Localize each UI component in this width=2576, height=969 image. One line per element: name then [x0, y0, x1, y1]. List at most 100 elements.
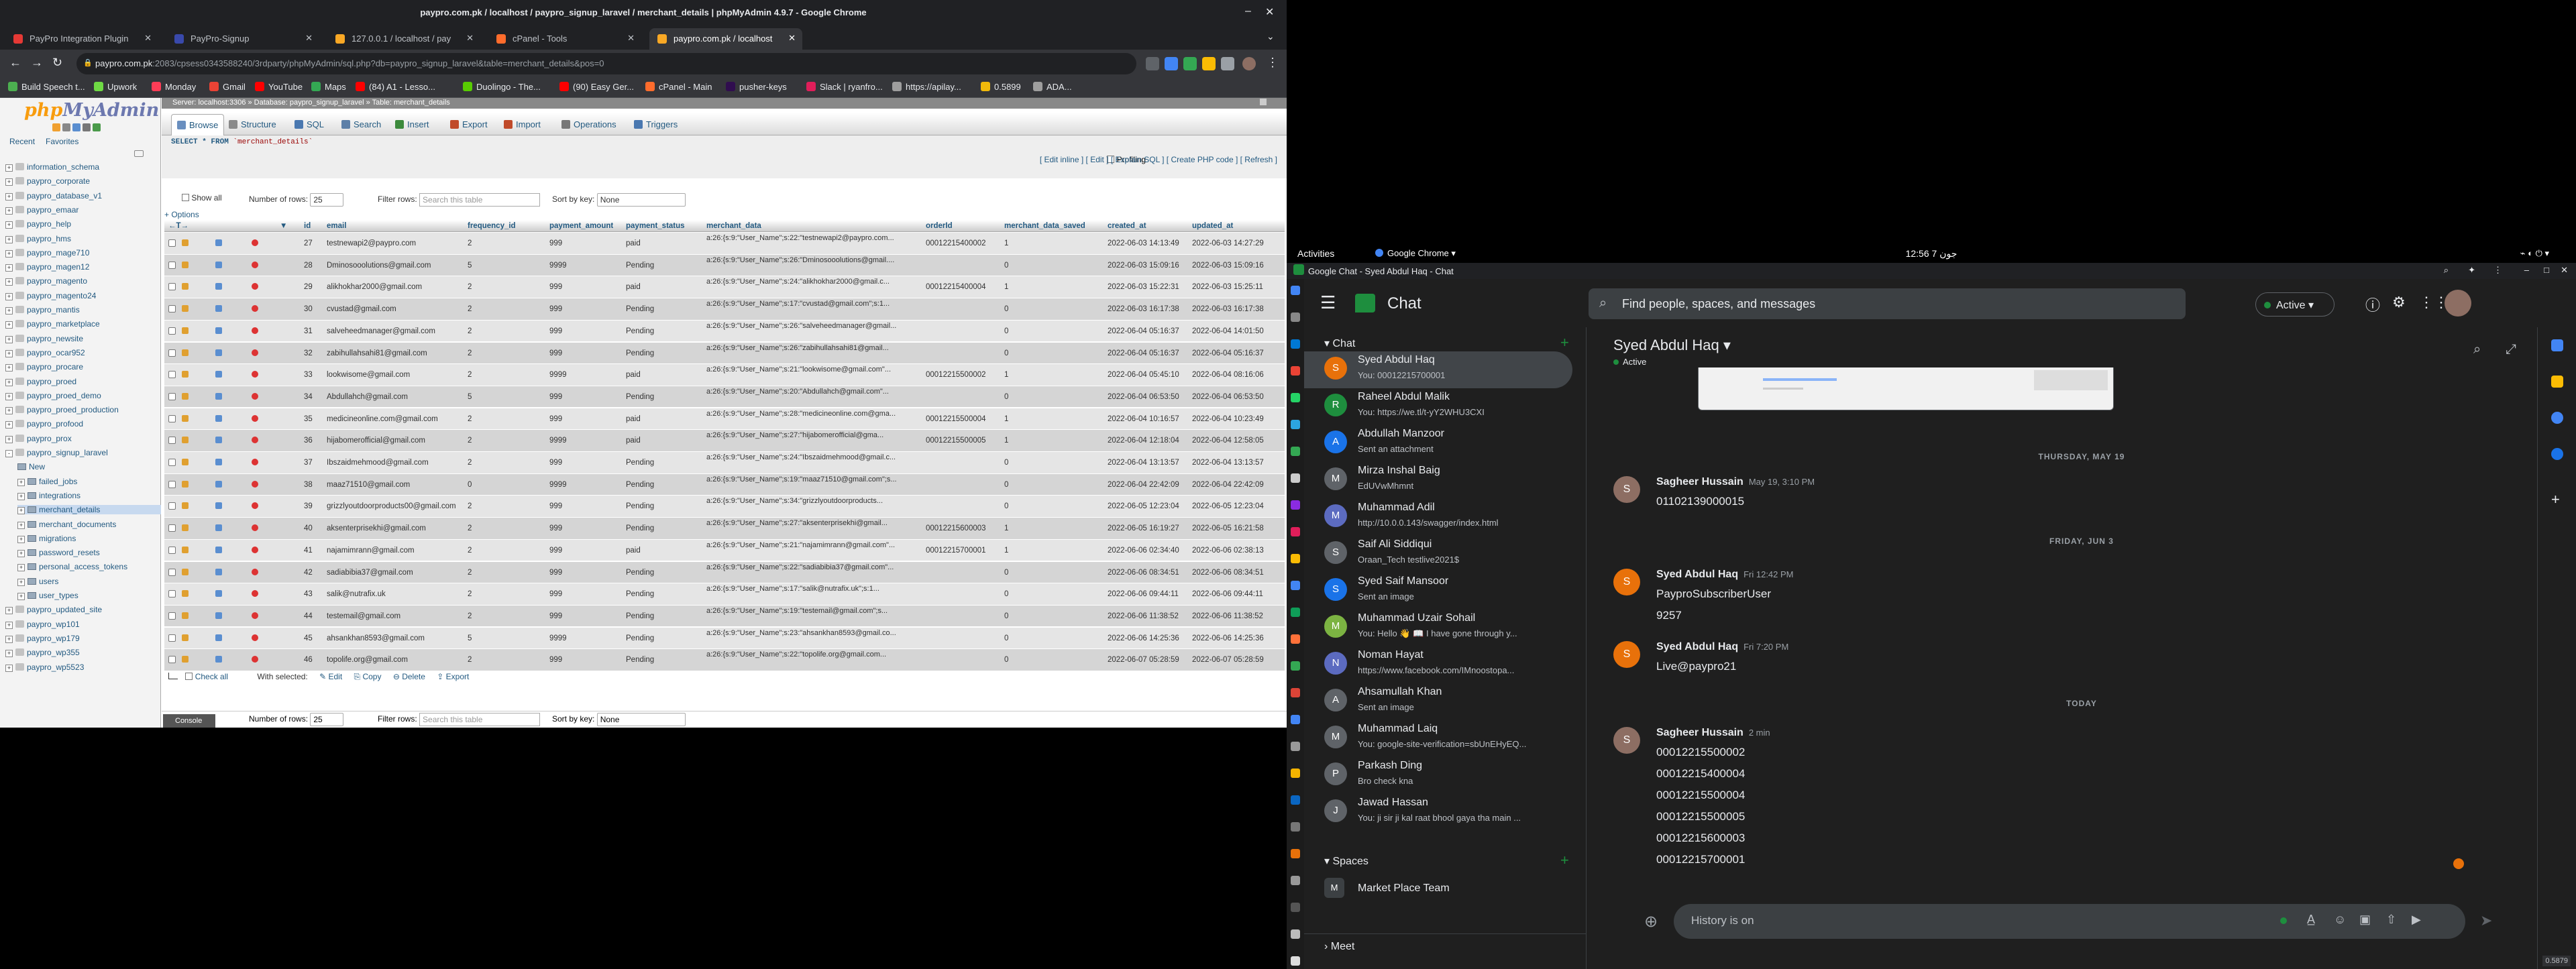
row-checkbox[interactable] — [168, 283, 176, 291]
dock-app-icon[interactable] — [1291, 447, 1300, 456]
extension-icon[interactable] — [1183, 57, 1197, 70]
expand-toggle-icon[interactable]: + — [5, 635, 13, 643]
delete-row-button[interactable]: Delete — [252, 590, 260, 598]
row-checkbox[interactable] — [168, 634, 176, 642]
database-item[interactable]: + paypro_wp355 — [5, 648, 161, 658]
row-checkbox[interactable] — [168, 524, 176, 532]
bookmark-item[interactable]: Maps — [311, 82, 346, 92]
bookmark-item[interactable]: Build Speech t... — [8, 82, 85, 92]
menu-tab-structure[interactable]: Structure — [229, 119, 276, 129]
database-item[interactable]: + paypro_updated_site — [5, 605, 161, 615]
bulk-copy-button[interactable]: ⎘ Copy — [354, 672, 382, 681]
table-item[interactable]: + failed_jobs — [17, 477, 161, 486]
show-all-control[interactable]: Show all — [182, 193, 222, 203]
expand-toggle-icon[interactable]: - — [5, 450, 13, 457]
database-item[interactable]: + paypro_proed_production — [5, 405, 161, 415]
puzzle-icon[interactable] — [1221, 57, 1234, 70]
forward-icon[interactable]: → — [31, 56, 43, 70]
dock-app-icon[interactable] — [1291, 366, 1300, 376]
reload-icon[interactable] — [93, 123, 101, 131]
settings-icon[interactable] — [1260, 99, 1267, 105]
edit-row-button[interactable]: Edit — [182, 656, 191, 664]
browser-tab[interactable]: PayPro Integration Plugin ✕ — [5, 28, 158, 50]
database-item[interactable]: + paypro_corporate — [5, 176, 161, 186]
expand-toggle-icon[interactable]: + — [17, 521, 25, 529]
extension-icon[interactable] — [1165, 57, 1178, 70]
delete-row-button[interactable]: Delete — [252, 546, 260, 555]
column-header[interactable]: orderId — [926, 222, 953, 230]
expand-toggle-icon[interactable]: + — [5, 235, 13, 243]
database-item[interactable]: + paypro_ocar952 — [5, 348, 161, 357]
database-item[interactable]: + paypro_emaar — [5, 205, 161, 215]
dock-app-icon[interactable] — [1291, 554, 1300, 563]
reload-icon[interactable]: ↻ — [52, 56, 62, 70]
database-item[interactable]: + paypro_database_v1 — [5, 191, 161, 201]
row-checkbox[interactable] — [168, 612, 176, 620]
contacts-icon[interactable] — [2551, 448, 2563, 460]
sort-indicator-icon[interactable]: ▼ — [280, 222, 287, 230]
conversation-item[interactable]: N Noman Hayat https://www.facebook.com/IMn… — [1304, 646, 1572, 683]
bulk-edit-button[interactable]: ✎ Edit — [319, 672, 342, 681]
database-item[interactable]: - paypro_signup_laravel — [5, 448, 161, 457]
minimize-icon[interactable]: – — [2524, 265, 2529, 275]
filter-input-bottom[interactable]: Search this table — [419, 713, 541, 726]
edit-row-button[interactable]: Edit — [182, 261, 191, 270]
close-tab-icon[interactable]: ✕ — [627, 33, 635, 44]
popout-icon[interactable]: ⤢ — [2506, 342, 2516, 357]
dock-app-icon[interactable] — [1291, 473, 1300, 483]
column-header[interactable]: payment_amount — [549, 222, 613, 230]
send-icon[interactable]: ➤ — [2480, 912, 2492, 929]
conversation-item[interactable]: S Saif Ali Siddiqui Oraan_Tech testlive202… — [1304, 536, 1572, 573]
bookmark-item[interactable]: https://apilay... — [892, 82, 961, 92]
copy-row-button[interactable]: Copy — [215, 524, 224, 532]
database-item[interactable]: + paypro_wp101 — [5, 620, 161, 629]
delete-row-button[interactable]: Delete — [252, 612, 260, 620]
database-item[interactable]: + paypro_procare — [5, 362, 161, 372]
delete-row-button[interactable]: Delete — [252, 480, 260, 489]
extension-icon[interactable] — [1146, 57, 1159, 70]
bookmark-item[interactable]: Slack | ryanfro... — [806, 82, 883, 92]
edit-row-button[interactable]: Edit — [182, 239, 191, 247]
edit-row-button[interactable]: Edit — [182, 546, 191, 555]
row-checkbox[interactable] — [168, 414, 176, 422]
delete-row-button[interactable]: Delete — [252, 392, 260, 401]
dock-app-icon[interactable] — [1291, 688, 1300, 697]
account-avatar[interactable] — [2445, 290, 2471, 317]
dock-app-icon[interactable] — [1291, 500, 1300, 510]
database-item[interactable]: + paypro_wp179 — [5, 634, 161, 643]
row-checkbox[interactable] — [168, 656, 176, 664]
dock-app-icon[interactable] — [1291, 715, 1300, 724]
edit-row-button[interactable]: Edit — [182, 568, 191, 577]
table-item[interactable]: New — [17, 462, 161, 471]
database-item[interactable]: + paypro_marketplace — [5, 319, 161, 329]
status-dropdown[interactable]: Active ▾ — [2255, 292, 2334, 317]
dock-app-icon[interactable] — [1291, 339, 1300, 349]
table-item[interactable]: + password_resets — [17, 548, 161, 558]
table-item[interactable]: + integrations — [17, 491, 161, 500]
check-all-checkbox[interactable] — [185, 673, 193, 680]
copy-row-button[interactable]: Copy — [215, 546, 224, 555]
new-chat-icon[interactable]: + — [1560, 334, 1569, 351]
expand-toggle-icon[interactable]: + — [5, 264, 13, 272]
expand-toggle-icon[interactable]: + — [17, 535, 25, 543]
copy-row-button[interactable]: Copy — [215, 634, 224, 642]
shared-image-preview[interactable] — [1698, 367, 2114, 410]
browser-tab[interactable]: paypro.com.pk / localhost ✕ — [649, 28, 802, 50]
dock-app-icon[interactable] — [1291, 608, 1300, 617]
keep-icon[interactable] — [2551, 376, 2563, 388]
dock-app-icon[interactable] — [1291, 876, 1300, 885]
database-item[interactable]: + paypro_profood — [5, 419, 161, 429]
gear-icon[interactable]: ⚙ — [2392, 294, 2406, 311]
bookmark-item[interactable]: Gmail — [209, 82, 246, 92]
add-icon[interactable]: ⊕ — [1644, 912, 1658, 931]
bookmark-item[interactable]: YouTube — [255, 82, 303, 92]
chat-search-input[interactable]: ⌕ Find people, spaces, and messages — [1589, 288, 2186, 319]
close-window-icon[interactable]: ✕ — [1265, 5, 1274, 19]
database-item[interactable]: + paypro_prox — [5, 434, 161, 443]
dock-app-icon[interactable] — [1291, 420, 1300, 429]
format-text-icon[interactable]: A̲ — [2307, 913, 2315, 927]
copy-row-button[interactable]: Copy — [215, 392, 224, 401]
upload-icon[interactable]: ⇧ — [2386, 913, 2396, 927]
bookmark-item[interactable]: pusher-keys — [726, 82, 787, 92]
dock-app-icon[interactable] — [1291, 661, 1300, 671]
